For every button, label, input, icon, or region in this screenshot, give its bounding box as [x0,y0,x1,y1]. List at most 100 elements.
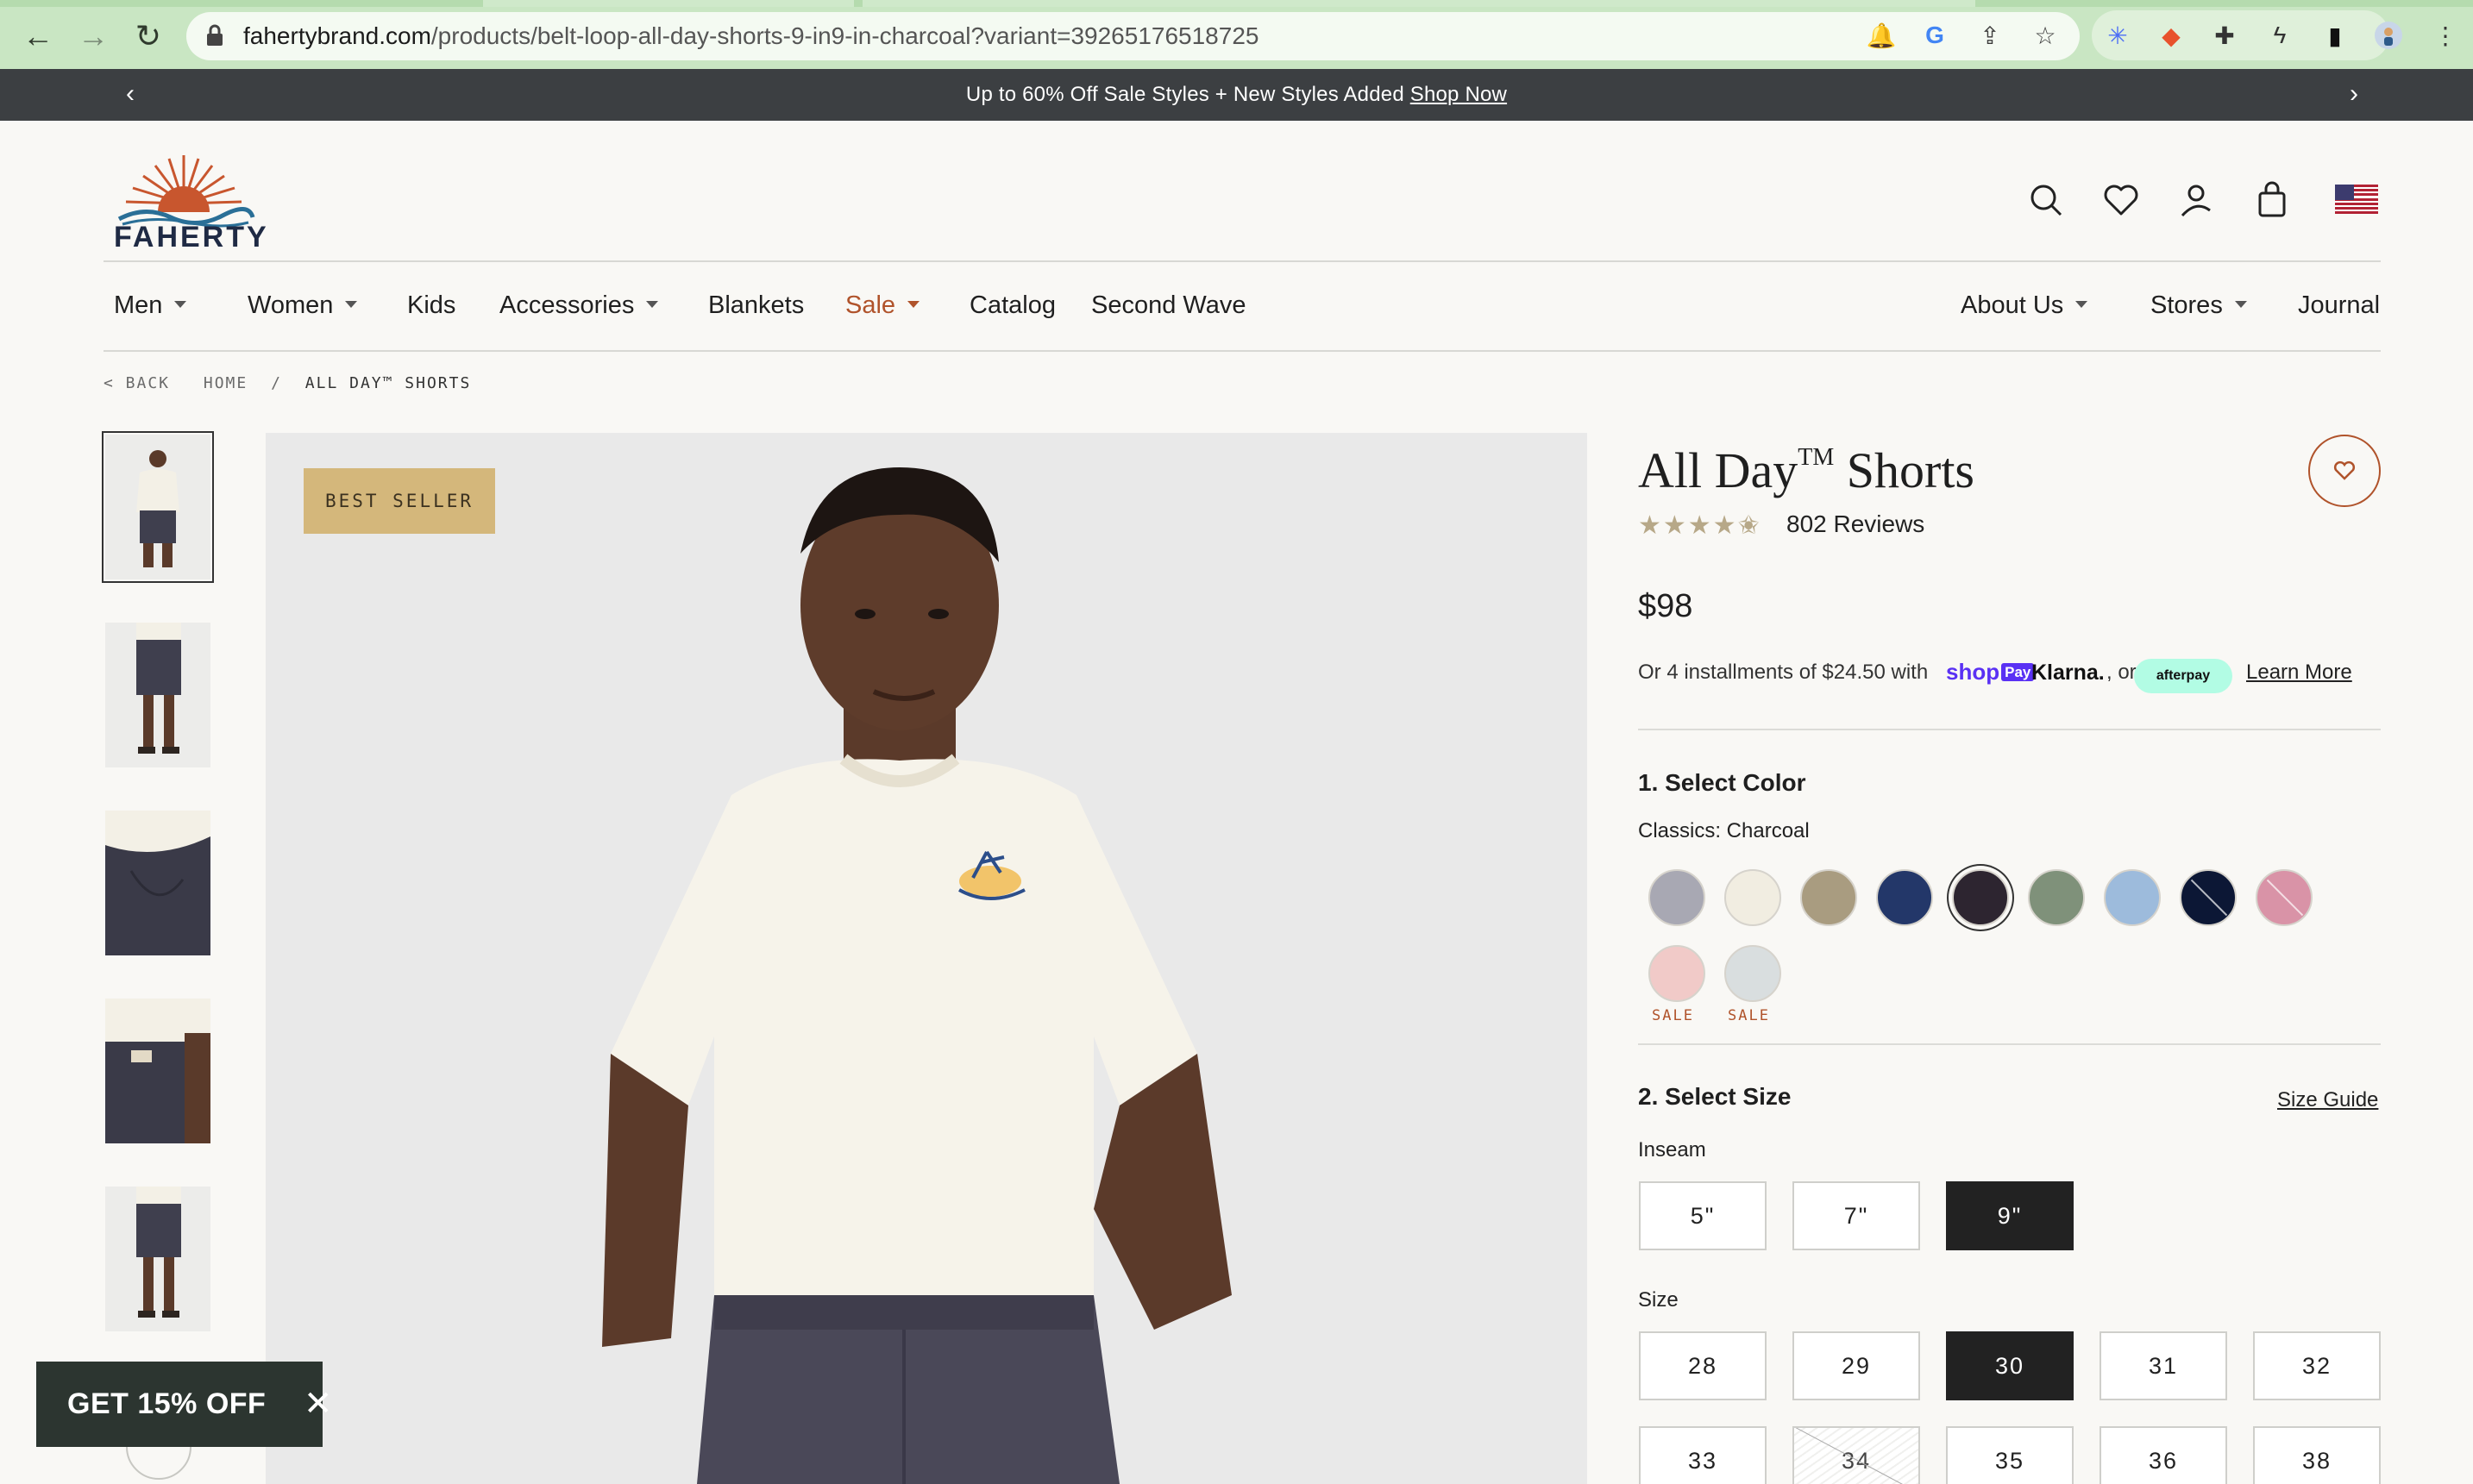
heart-icon[interactable] [2102,181,2140,219]
shop-now-link[interactable]: Shop Now [1410,83,1507,106]
breadcrumb-home[interactable]: HOME [204,374,248,392]
color-swatch-8[interactable] [2180,869,2237,926]
nav-item-sale[interactable]: Sale [845,291,920,320]
sale-label: SALE [1728,1007,1770,1024]
close-icon[interactable]: ✕ [304,1384,333,1424]
size-option-28[interactable]: 28 [1639,1331,1767,1400]
nav-item-blankets[interactable]: Blankets [708,291,804,320]
nav-item-accessories[interactable]: Accessories [499,291,659,320]
avatar[interactable] [2374,21,2403,50]
discount-popup[interactable]: GET 15% OFF ✕ [36,1362,333,1447]
inseam-option-7[interactable]: 7" [1792,1181,1920,1250]
thumbnail-back-detail[interactable] [105,999,210,1143]
promo-bar: ‹ Up to 60% Off Sale Styles + New Styles… [0,69,2473,121]
breadcrumb: < BACK HOME / ALL DAY™ SHORTS [104,374,493,392]
browser-toolbar: ← → ↻ fahertybrand.com/products/belt-loo… [0,0,2473,69]
discount-popup-text[interactable]: GET 15% OFF [67,1387,266,1421]
reload-icon[interactable]: ↻ [128,17,169,55]
heart-icon [2333,460,2356,480]
nav-item-second-wave[interactable]: Second Wave [1091,291,1246,320]
us-flag-icon[interactable] [2335,185,2378,214]
panel-divider [1638,1043,2381,1045]
shopping-bag-icon[interactable] [2253,181,2291,219]
size-option-38[interactable]: 38 [2253,1426,2381,1484]
size-option-35[interactable]: 35 [1946,1426,2074,1484]
search-icon[interactable] [2027,181,2065,219]
size-option-34[interactable]: 34 [1792,1426,1920,1484]
nav-item-journal[interactable]: Journal [2298,291,2380,320]
best-seller-badge: BEST SELLER [304,468,495,534]
extension-icon[interactable]: ✳ [2103,21,2132,50]
sale-label: SALE [1652,1007,1694,1024]
back-arrow-icon[interactable]: ← [17,17,59,55]
url-text: fahertybrand.com/products/belt-loop-all-… [243,22,1259,49]
color-swatch-5[interactable] [1952,869,2009,926]
extension-icon[interactable]: ◆ [2156,21,2186,50]
nav-item-kids[interactable]: Kids [407,291,455,320]
size-guide-link[interactable]: Size Guide [2277,1088,2378,1112]
size-option-31[interactable]: 31 [2100,1331,2227,1400]
menu-dots-icon[interactable]: ⋮ [2431,21,2460,50]
learn-more-link[interactable]: Learn More [2246,661,2352,685]
low-stock-slash [2190,879,2228,917]
product-hero-image[interactable] [266,433,1587,1484]
puzzle-icon[interactable]: ✚ [2210,21,2239,50]
installments-or: , or [2106,661,2137,684]
chevron-right-icon[interactable]: › [2341,79,2367,109]
thumbnail-pocket-detail[interactable] [105,811,210,955]
color-swatch-11[interactable] [1724,945,1781,1002]
tab-segment[interactable] [863,0,1975,7]
low-stock-slash [2266,879,2304,917]
breadcrumb-current: ALL DAY™ SHORTS [304,374,472,392]
color-swatch-10[interactable] [1648,945,1705,1002]
notifications-icon[interactable]: 🔔 [1867,21,1897,50]
breadcrumb-separator: / [271,374,282,392]
tab-segment[interactable] [483,0,854,7]
size-option-30[interactable]: 30 [1946,1331,2074,1400]
select-color-heading: 1. Select Color [1638,769,1806,796]
bookmark-star-icon[interactable]: ☆ [2030,21,2060,50]
nav-item-women[interactable]: Women [248,291,358,320]
thumbnail-back[interactable] [105,1187,210,1331]
reviews-link[interactable]: 802 Reviews [1786,510,1924,538]
size-label: Size [1638,1288,1679,1312]
header-divider [104,260,2381,262]
color-swatch-9[interactable] [2256,869,2313,926]
thumbnail-side[interactable] [105,623,210,767]
promo-message: Up to 60% Off Sale Styles + New Styles A… [965,83,1508,106]
rating-stars[interactable]: ★★★★✬ [1638,510,1761,541]
installments-text: Or 4 installments of $24.50 with [1638,661,1929,684]
size-option-32[interactable]: 32 [2253,1331,2381,1400]
thumbnail-front[interactable] [102,431,214,583]
color-swatch-3[interactable] [1800,869,1857,926]
size-option-36[interactable]: 36 [2100,1426,2227,1484]
add-to-wishlist-button[interactable] [2308,435,2381,507]
forward-arrow-icon[interactable]: → [72,17,114,55]
color-swatch-7[interactable] [2104,869,2161,926]
brand-wordmark[interactable]: FAHERTY [114,221,269,254]
size-option-33[interactable]: 33 [1639,1426,1767,1484]
extension-icon[interactable]: ϟ [2265,21,2294,50]
nav-item-about-us[interactable]: About Us [1961,291,2088,320]
back-link[interactable]: < BACK [104,374,170,392]
color-swatch-6[interactable] [2028,869,2085,926]
nav-item-men[interactable]: Men [114,291,187,320]
nav-item-stores[interactable]: Stores [2150,291,2247,320]
share-icon[interactable]: ⇪ [1975,21,2005,50]
color-swatch-2[interactable] [1724,869,1781,926]
address-bar[interactable]: fahertybrand.com/products/belt-loop-all-… [186,12,2080,60]
account-icon[interactable] [2177,181,2215,219]
tab-strip [0,0,2473,7]
inseam-option-5[interactable]: 5" [1639,1181,1767,1250]
panel-divider [1638,729,2381,730]
sidebar-icon[interactable]: ▮ [2320,21,2350,50]
color-swatch-1[interactable] [1648,869,1705,926]
select-size-heading: 2. Select Size [1638,1083,1792,1110]
nav-item-catalog[interactable]: Catalog [970,291,1056,320]
google-icon[interactable]: G [1920,21,1949,50]
afterpay-logo: afterpay [2134,659,2232,693]
lock-icon[interactable] [205,24,224,47]
color-swatch-4[interactable] [1876,869,1933,926]
size-option-29[interactable]: 29 [1792,1331,1920,1400]
inseam-option-9[interactable]: 9" [1946,1181,2074,1250]
